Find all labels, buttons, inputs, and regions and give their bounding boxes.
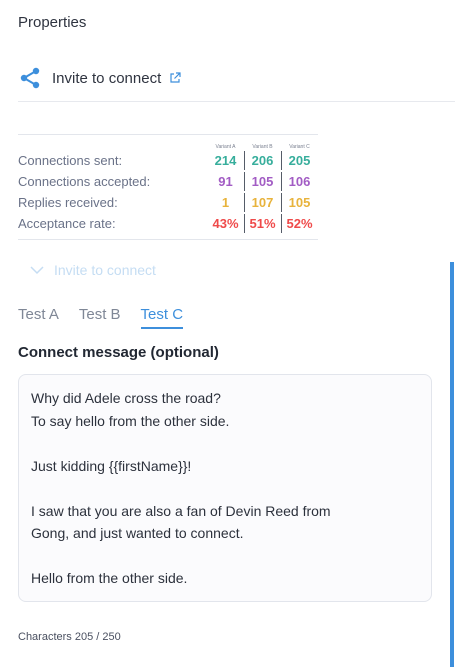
message-line: Just kidding {{firstName}}!: [31, 457, 192, 474]
stats-value: 105: [281, 193, 318, 212]
message-line: Why did Adele cross the road?: [31, 390, 221, 406]
message-line: [31, 432, 419, 455]
page-title: Properties: [18, 14, 87, 31]
stats-value: 1: [221, 195, 230, 210]
stats-row-label: Acceptance rate:: [18, 216, 116, 231]
stats-value: 106: [281, 172, 318, 191]
stats-value: 205: [281, 151, 318, 170]
message-line: To say hello from the other side.: [31, 412, 230, 429]
stats-bottom-border: [18, 239, 318, 240]
stats-row: Acceptance rate: 43% 51% 52%: [18, 213, 318, 234]
connect-message-textarea[interactable]: Why did Adele cross the road? To say hel…: [18, 374, 432, 602]
share-icon: [20, 67, 40, 89]
test-tabs: Test A Test B Test C: [18, 306, 203, 329]
stats-top-border: [18, 134, 318, 135]
stats-row-label: Connections accepted:: [18, 174, 151, 189]
collapsed-label: Invite to connect: [54, 262, 156, 278]
stats-row-label: Replies received:: [18, 195, 118, 210]
stats-row: Connections sent: 214 206 205: [18, 150, 318, 171]
variant-header: Variant C: [289, 144, 310, 150]
chevron-down-icon: [30, 266, 44, 275]
invite-to-connect-collapsed[interactable]: Invite to connect: [30, 262, 156, 278]
stats-value: 43%: [212, 216, 239, 231]
tab-test-a[interactable]: Test A: [18, 306, 59, 329]
stats-value: 51%: [244, 214, 281, 233]
message-line: Gong, and just wanted to connect.: [31, 525, 244, 541]
invite-label: Invite to connect: [52, 69, 162, 87]
stats-row: Replies received: 1 107 105: [18, 192, 318, 213]
stats-value: 105: [244, 172, 281, 191]
tab-test-c[interactable]: Test C: [140, 306, 184, 329]
stats-value: 107: [244, 193, 281, 212]
character-count: Characters 205 / 250: [18, 631, 121, 643]
stats-value: 91: [218, 174, 233, 189]
scrollbar[interactable]: [450, 262, 454, 667]
message-line: I saw that you are also a fan of Devin R…: [31, 502, 331, 519]
stats-row: Connections accepted: 91 105 106: [18, 171, 318, 192]
message-line: [31, 477, 419, 500]
stats-value: 206: [244, 151, 281, 170]
stats-value: 52%: [281, 214, 318, 233]
stats-row-label: Connections sent:: [18, 153, 123, 168]
tab-test-b[interactable]: Test B: [79, 306, 121, 329]
message-line: [31, 545, 419, 568]
connect-message-label: Connect message (optional): [18, 344, 219, 361]
external-link-icon[interactable]: [169, 72, 181, 84]
message-line: Hello from the other side.: [31, 570, 188, 586]
variant-header: Variant A: [215, 144, 236, 150]
stats-table: Variant A Variant B Variant C Connection…: [18, 134, 318, 240]
divider: [18, 101, 455, 102]
variant-header: Variant B: [252, 144, 273, 150]
stats-value: 214: [214, 153, 237, 168]
invite-to-connect-header: Invite to connect: [18, 66, 181, 90]
